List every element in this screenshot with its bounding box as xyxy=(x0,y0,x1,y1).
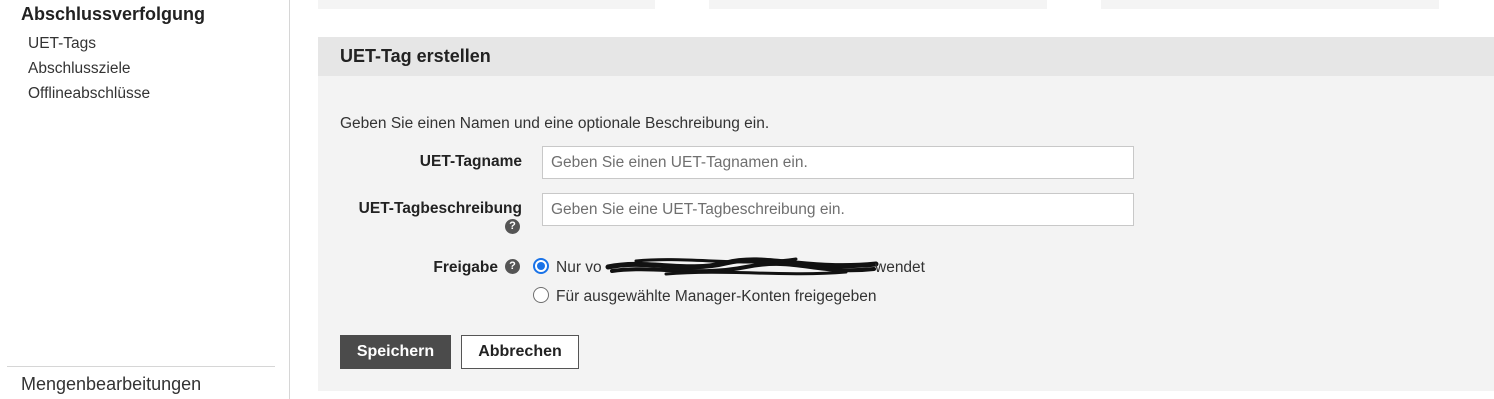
create-uet-tag-panel: UET-Tag erstellen Geben Sie einen Namen … xyxy=(318,37,1494,391)
top-card-3 xyxy=(1101,0,1439,9)
question-circle-icon[interactable]: ? xyxy=(505,219,520,234)
sharing-option-managers-label: Für ausgewählte Manager-Konten freigegeb… xyxy=(556,288,877,305)
sidebar-divider xyxy=(7,366,275,367)
save-button[interactable]: Speichern xyxy=(340,335,451,369)
sharing-option-managers-radio[interactable] xyxy=(533,287,549,303)
sidebar-item-mengenbearbeitungen[interactable]: Mengenbearbeitungen xyxy=(21,374,201,395)
top-card-1 xyxy=(318,0,655,9)
uet-tag-name-label: UET-Tagname xyxy=(419,153,522,170)
top-card-2 xyxy=(709,0,1047,9)
redaction-scribble xyxy=(605,257,879,276)
sharing-option-own-radio[interactable] xyxy=(533,258,549,274)
sharing-option-own-label-start: Nur vo xyxy=(556,259,602,276)
cancel-button[interactable]: Abbrechen xyxy=(461,335,579,369)
question-circle-icon[interactable]: ? xyxy=(505,259,520,274)
sidebar-item-abschlussziele[interactable]: Abschlussziele xyxy=(28,60,131,78)
sharing-option-own-label-end: wendet xyxy=(875,259,925,276)
uet-tag-description-input[interactable] xyxy=(542,193,1134,226)
form-instruction: Geben Sie einen Namen und eine optionale… xyxy=(340,115,770,132)
uet-tag-description-label: UET-Tagbeschreibung xyxy=(358,200,522,217)
uet-tag-name-input[interactable] xyxy=(542,146,1134,179)
sidebar-section-title: Abschlussverfolgung xyxy=(21,4,206,24)
sharing-label: Freigabe xyxy=(433,259,498,276)
panel-header: UET-Tag erstellen xyxy=(318,37,1494,76)
panel-title: UET-Tag erstellen xyxy=(340,46,491,66)
sidebar-item-offlineabschluesse[interactable]: Offlineabschlüsse xyxy=(28,85,150,103)
sidebar: Abschlussverfolgung UET-Tags Abschlusszi… xyxy=(0,0,290,399)
sidebar-item-uet-tags[interactable]: UET-Tags xyxy=(28,35,96,53)
